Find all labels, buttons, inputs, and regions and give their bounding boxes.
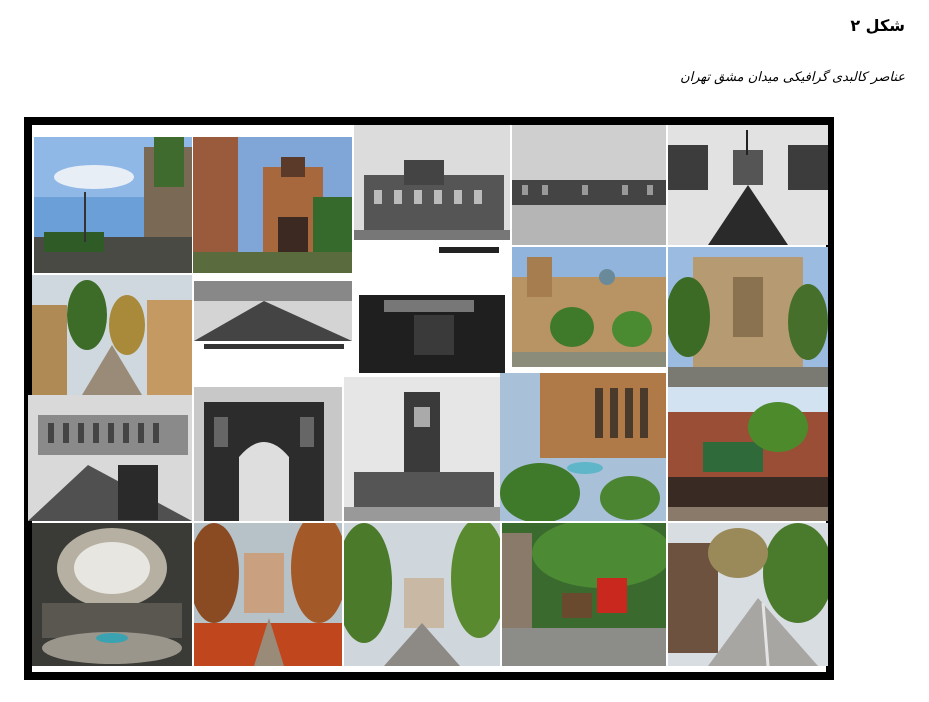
- photo-arch-gate-bw: [194, 387, 342, 521]
- photo-square-bw: [512, 125, 666, 245]
- photo-gate-colorful: [193, 137, 352, 273]
- photo-avenue-bw: [668, 125, 828, 245]
- photo-street-sky: [34, 137, 192, 273]
- photo-cobbled-street: [668, 523, 828, 666]
- photo-collage: [24, 117, 834, 680]
- photo-carriage-street: [502, 523, 666, 666]
- photo-autumn-path: [194, 523, 342, 666]
- photo-old-street-bw: [194, 281, 352, 353]
- photo-building-bw-2: [354, 275, 510, 373]
- photo-plaza-bw: [28, 395, 192, 521]
- photo-garden-courtyard: [500, 373, 666, 521]
- photo-rotunda-interior: [32, 523, 192, 666]
- photo-brick-building-fence: [668, 387, 828, 521]
- photo-palace-facade: [512, 247, 666, 367]
- figure-title: شکل ۲: [850, 16, 905, 35]
- photo-historic-building-bw-1: [354, 125, 510, 261]
- photo-ministry-building: [668, 247, 828, 387]
- photo-tree-lined-walk: [344, 523, 500, 666]
- photo-boulevard-trees: [32, 275, 192, 395]
- photo-tower-gate-bw: [344, 377, 500, 521]
- figure-caption: عناصر کالبدی گرافیکی میدان مشق تهران: [680, 70, 905, 85]
